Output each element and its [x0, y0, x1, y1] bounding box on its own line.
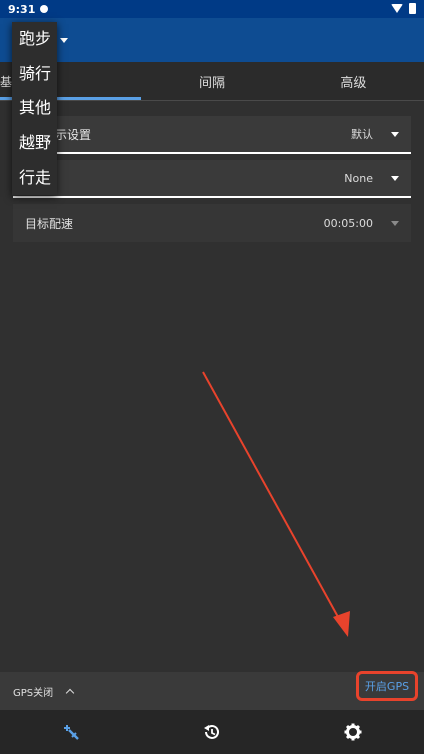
nav-settings[interactable] — [283, 710, 424, 754]
enable-gps-button[interactable]: 开启GPS — [356, 671, 418, 701]
gps-status-text: GPS关闭 — [13, 687, 54, 699]
bottom-navigation — [0, 710, 424, 754]
annotation-arrow-icon — [202, 371, 350, 637]
settings-icon — [344, 723, 362, 741]
chevron-up-icon[interactable] — [65, 688, 75, 698]
workout-icon — [63, 725, 79, 740]
history-icon — [203, 724, 219, 739]
enable-gps-label: 开启GPS — [364, 680, 410, 693]
nav-workout[interactable] — [0, 710, 141, 754]
nav-history[interactable] — [141, 710, 282, 754]
